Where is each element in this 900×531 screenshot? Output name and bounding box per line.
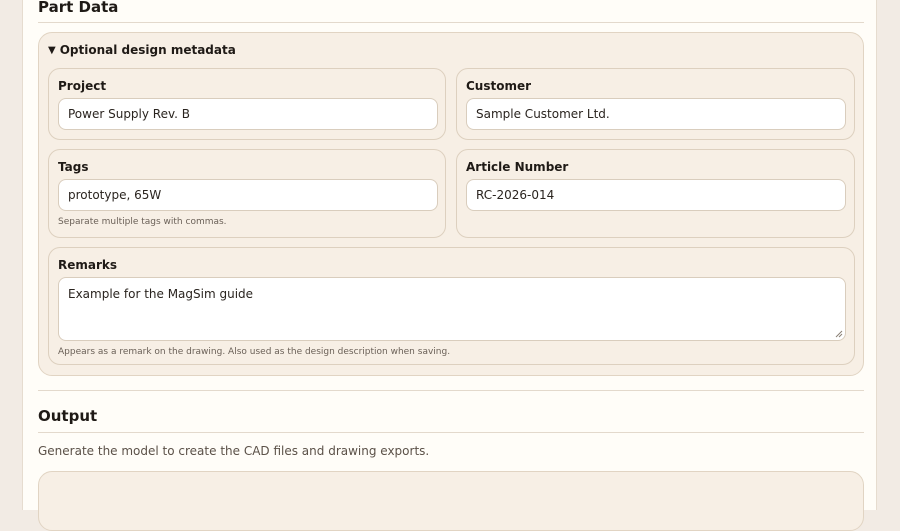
metadata-summary-label: Optional design metadata [59,43,236,57]
output-description: Generate the model to create the CAD fil… [38,444,430,458]
project-card: Project Power Supply Rev. B [48,68,446,140]
tags-input[interactable]: prototype, 65W [58,179,438,211]
customer-input[interactable]: Sample Customer Ltd. [466,98,846,130]
tags-hint: Separate multiple tags with commas. [58,217,227,227]
resize-handle-icon[interactable] [835,330,843,338]
metadata-summary-toggle[interactable]: ▼ Optional design metadata [48,43,236,57]
remarks-text: Example for the MagSim guide [68,287,254,301]
tags-label: Tags [58,160,89,174]
section-divider [38,22,864,23]
section-title-output: Output [38,407,98,425]
section-title-part-data: Part Data [38,0,119,16]
tags-card: Tags prototype, 65W Separate multiple ta… [48,149,446,238]
article-number-card: Article Number RC-2026-014 [456,149,855,238]
triangle-down-icon: ▼ [48,44,56,56]
section-divider [38,432,864,433]
page: Part Data ▼ Optional design metadata Pro… [22,0,877,531]
metadata-details: ▼ Optional design metadata Project Power… [38,32,864,376]
project-label: Project [58,79,107,93]
project-input[interactable]: Power Supply Rev. B [58,98,438,130]
remarks-label: Remarks [58,258,118,272]
customer-label: Customer [466,79,532,93]
remarks-hint: Appears as a remark on the drawing. Also… [58,347,451,357]
article-number-label: Article Number [466,160,569,174]
article-number-input[interactable]: RC-2026-014 [466,179,846,211]
output-panel [38,471,864,531]
customer-card: Customer Sample Customer Ltd. [456,68,855,140]
remarks-card: Remarks Example for the MagSim guide App… [48,247,855,365]
section-divider [38,390,864,391]
remarks-textarea[interactable]: Example for the MagSim guide [58,277,846,341]
